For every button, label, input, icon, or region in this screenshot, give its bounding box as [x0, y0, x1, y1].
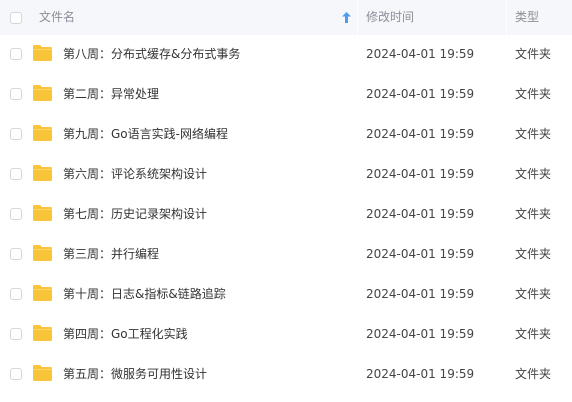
- folder-icon: [33, 85, 52, 101]
- modified-time: 2024-04-01 19:59: [366, 207, 475, 221]
- file-name[interactable]: 第七周：历史记录架构设计: [63, 194, 207, 234]
- modified-time: 2024-04-01 19:59: [366, 87, 475, 101]
- row-checkbox[interactable]: [10, 208, 22, 220]
- folder-icon: [33, 165, 52, 181]
- file-name[interactable]: 第二周：异常处理: [63, 74, 159, 114]
- row-checkbox[interactable]: [10, 168, 22, 180]
- row-checkbox[interactable]: [10, 368, 22, 380]
- row-checkbox[interactable]: [10, 88, 22, 100]
- file-name[interactable]: 第六周：评论系统架构设计: [63, 154, 207, 194]
- file-type: 文件夹: [515, 127, 552, 141]
- row-checkbox[interactable]: [10, 128, 22, 140]
- file-row[interactable]: 第八周：分布式缓存&分布式事务 2024-04-01 19:59 文件夹: [0, 34, 572, 74]
- file-row[interactable]: 第四周：Go工程化实践 2024-04-01 19:59 文件夹: [0, 314, 572, 354]
- file-name[interactable]: 第八周：分布式缓存&分布式事务: [63, 34, 240, 74]
- modified-time: 2024-04-01 19:59: [366, 367, 475, 381]
- modified-time: 2024-04-01 19:59: [366, 247, 475, 261]
- file-type: 文件夹: [515, 167, 552, 181]
- column-header-modified[interactable]: 修改时间: [366, 0, 414, 35]
- column-header-type[interactable]: 类型: [515, 0, 539, 35]
- folder-icon: [33, 285, 52, 301]
- select-all-checkbox[interactable]: [10, 12, 22, 24]
- file-name[interactable]: 第五周：微服务可用性设计: [63, 354, 207, 394]
- file-type: 文件夹: [515, 367, 552, 381]
- file-type: 文件夹: [515, 287, 552, 301]
- modified-time: 2024-04-01 19:59: [366, 127, 475, 141]
- column-divider[interactable]: [506, 0, 507, 35]
- file-row[interactable]: 第三周：并行编程 2024-04-01 19:59 文件夹: [0, 234, 572, 274]
- file-row[interactable]: 第六周：评论系统架构设计 2024-04-01 19:59 文件夹: [0, 154, 572, 194]
- folder-icon: [33, 365, 52, 381]
- column-header-name[interactable]: 文件名: [39, 0, 75, 35]
- file-type: 文件夹: [515, 247, 552, 261]
- file-row[interactable]: 第九周：Go语言实践-网络编程 2024-04-01 19:59 文件夹: [0, 114, 572, 154]
- row-checkbox[interactable]: [10, 248, 22, 260]
- column-divider[interactable]: [357, 0, 358, 35]
- folder-icon: [33, 325, 52, 341]
- modified-time: 2024-04-01 19:59: [366, 167, 475, 181]
- file-row[interactable]: 第十周：日志&指标&链路追踪 2024-04-01 19:59 文件夹: [0, 274, 572, 314]
- file-type: 文件夹: [515, 327, 552, 341]
- file-row[interactable]: 第七周：历史记录架构设计 2024-04-01 19:59 文件夹: [0, 194, 572, 234]
- file-name[interactable]: 第三周：并行编程: [63, 234, 159, 274]
- file-name[interactable]: 第四周：Go工程化实践: [63, 314, 188, 354]
- file-type: 文件夹: [515, 87, 552, 101]
- modified-time: 2024-04-01 19:59: [366, 287, 475, 301]
- file-type: 文件夹: [515, 47, 552, 61]
- folder-icon: [33, 205, 52, 221]
- file-list-header: 文件名 修改时间 类型: [0, 0, 572, 35]
- row-checkbox[interactable]: [10, 288, 22, 300]
- file-row[interactable]: 第二周：异常处理 2024-04-01 19:59 文件夹: [0, 74, 572, 114]
- file-name[interactable]: 第九周：Go语言实践-网络编程: [63, 114, 228, 154]
- folder-icon: [33, 125, 52, 141]
- file-type: 文件夹: [515, 207, 552, 221]
- file-name[interactable]: 第十周：日志&指标&链路追踪: [63, 274, 226, 314]
- row-checkbox[interactable]: [10, 48, 22, 60]
- folder-icon: [33, 45, 52, 61]
- row-checkbox[interactable]: [10, 328, 22, 340]
- modified-time: 2024-04-01 19:59: [366, 327, 475, 341]
- modified-time: 2024-04-01 19:59: [366, 47, 475, 61]
- sort-ascending-icon[interactable]: [342, 12, 351, 23]
- file-row[interactable]: 第五周：微服务可用性设计 2024-04-01 19:59 文件夹: [0, 354, 572, 394]
- folder-icon: [33, 245, 52, 261]
